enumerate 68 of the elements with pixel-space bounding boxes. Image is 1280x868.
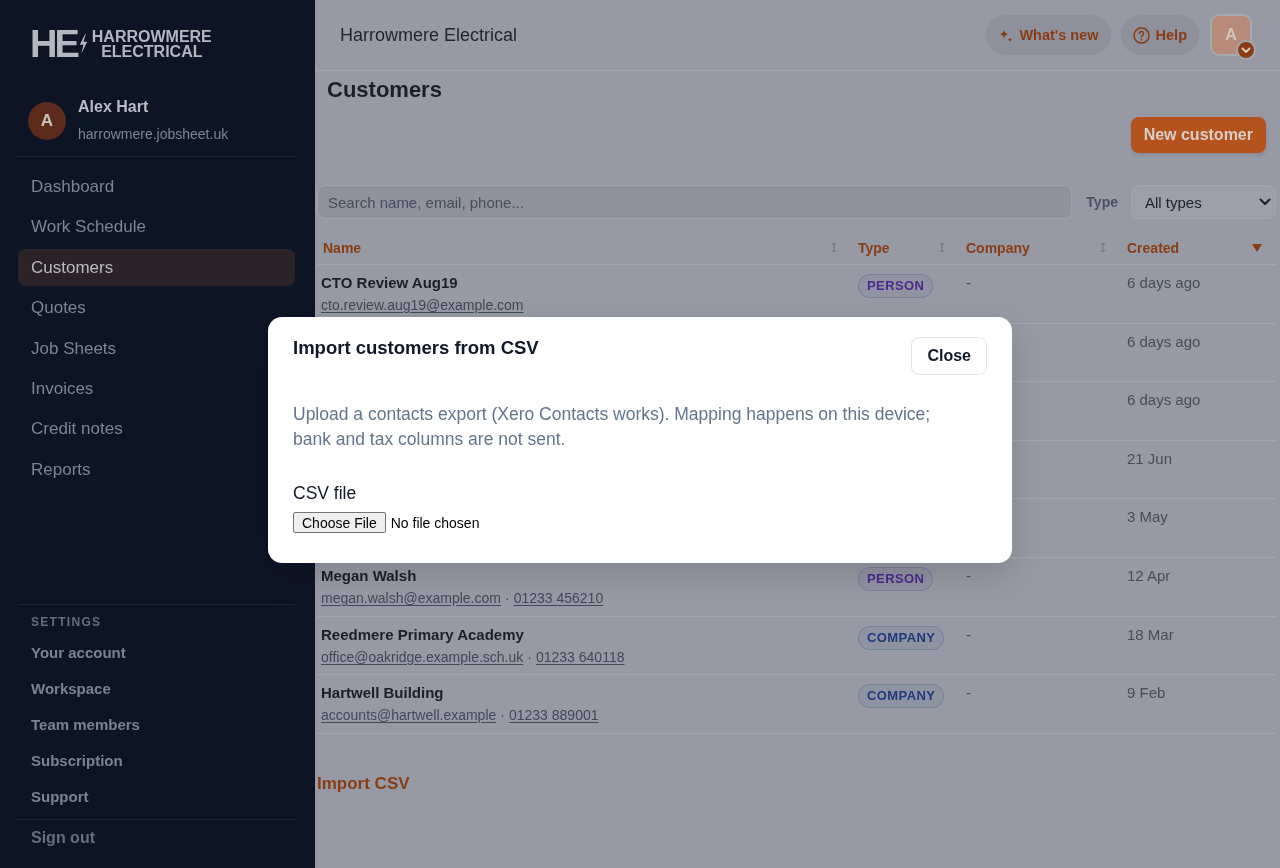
nav-item[interactable]: Dashboard <box>18 168 295 205</box>
user-avatar: A <box>28 101 66 140</box>
created-date: 12 Apr <box>1127 566 1171 584</box>
section-heading: SETTINGS <box>30 614 103 631</box>
help-button[interactable]: Help <box>1120 15 1199 55</box>
type-badge: PERSON <box>858 274 934 298</box>
nav-item[interactable]: Quotes <box>18 289 295 327</box>
filter-label: Type <box>1086 194 1118 210</box>
close-button[interactable]: Close <box>911 337 987 375</box>
company-text: - <box>966 274 971 291</box>
file-status: No file chosen <box>390 514 480 531</box>
column-header[interactable]: Name <box>317 231 850 264</box>
phone-link[interactable]: 01233 889001 <box>508 707 599 724</box>
separator-text: · <box>504 589 510 606</box>
type-select[interactable]: All types <box>1131 185 1276 219</box>
settings-link[interactable]: Team members <box>18 707 295 743</box>
import-csv-link[interactable]: Import CSV <box>317 773 410 794</box>
sign-out-link[interactable]: Sign out <box>18 820 295 856</box>
type-badge: COMPANY <box>858 625 945 650</box>
nav-item[interactable]: Work Schedule <box>18 208 295 246</box>
created-date: 18 Mar <box>1127 625 1174 643</box>
phone-link[interactable]: 01233 640118 <box>535 648 625 665</box>
company-text: - <box>966 625 971 643</box>
settings-link[interactable]: Workspace <box>18 671 295 707</box>
whats-new-button[interactable]: What's new <box>986 15 1111 55</box>
email-link[interactable]: cto.review.aug19@example.com <box>321 297 524 313</box>
nav-item[interactable]: Customers <box>18 248 295 286</box>
choose-file-button[interactable]: Choose File <box>293 512 386 533</box>
created-date: 9 Feb <box>1127 684 1166 702</box>
customer-name: CTO Review Aug19 <box>321 274 459 292</box>
column-header[interactable]: Created <box>1119 231 1276 264</box>
dialog-title: Import customers from CSV <box>293 337 539 359</box>
customer-name: Hartwell Building <box>321 684 445 703</box>
company-text: - <box>966 566 971 584</box>
chevron-down-icon <box>1259 198 1271 206</box>
new-customer-button[interactable]: New customer <box>1130 117 1266 153</box>
separator-text: · <box>500 707 505 724</box>
customer-name: Reedmere Primary Academy <box>321 625 525 644</box>
created-date: 6 days ago <box>1127 332 1201 350</box>
created-date: 21 Jun <box>1127 449 1173 467</box>
email-link[interactable]: megan.walsh@example.com <box>321 589 501 606</box>
phone-link[interactable]: 01233 456210 <box>513 589 604 606</box>
page-title: Customers <box>327 76 443 104</box>
type-badge: COMPANY <box>858 684 945 709</box>
email-link[interactable]: accounts@hartwell.example <box>321 707 497 724</box>
customer-name: Megan Walsh <box>321 566 418 585</box>
workspace-url: harrowmere.jobsheet.uk <box>78 125 229 144</box>
brand-name: HARROWMERE ELECTRICAL <box>91 29 212 59</box>
dialog-description: Upload a contacts export (Xero Contacts works). Mapping happens on this device; bank and tax columns are not sent. <box>293 403 932 451</box>
column-header[interactable]: Company <box>958 231 1119 264</box>
chevron-down-icon <box>1236 40 1256 60</box>
search-field[interactable]: Search name, email, phone... <box>317 185 1073 219</box>
separator-text: · <box>527 648 532 665</box>
field-label: CSV file <box>293 482 358 504</box>
created-date: 6 days ago <box>1127 274 1201 291</box>
company-text: - <box>966 684 971 702</box>
created-date: 3 May <box>1127 508 1168 526</box>
app-title: Harrowmere Electrical <box>340 24 518 46</box>
settings-link[interactable]: Your account <box>18 635 295 671</box>
type-badge: PERSON <box>858 566 934 591</box>
settings-link[interactable]: Subscription <box>18 743 295 779</box>
email-link[interactable]: office@oakridge.example.sch.uk <box>321 648 524 665</box>
column-header[interactable]: Type <box>850 231 958 264</box>
created-date: 6 days ago <box>1127 391 1201 409</box>
user-name: Alex Hart <box>78 97 150 117</box>
help-icon <box>1132 26 1150 44</box>
settings-link[interactable]: Support <box>18 779 295 815</box>
logo-mark: HE <box>30 28 77 60</box>
